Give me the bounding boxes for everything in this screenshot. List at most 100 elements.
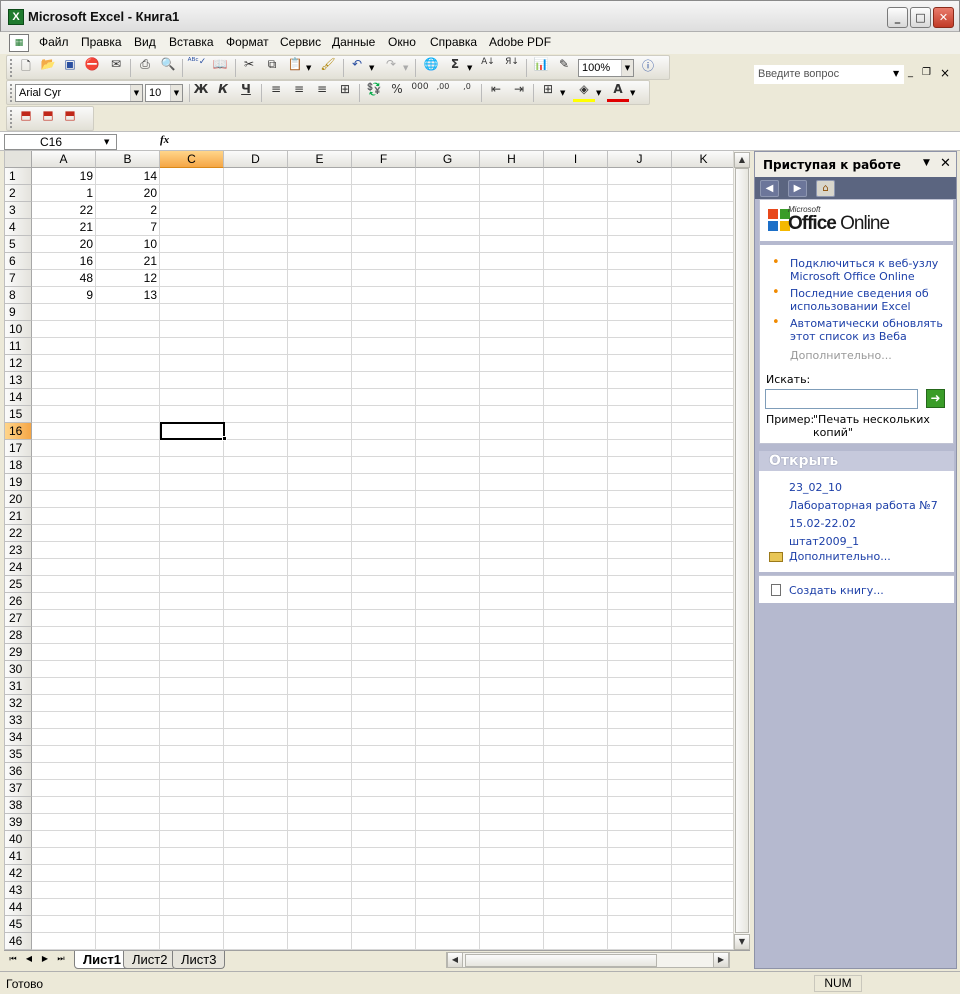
cell-b2[interactable]: 20 bbox=[96, 185, 160, 202]
go-arrow-icon[interactable]: ➜ bbox=[926, 389, 945, 408]
forward-icon[interactable]: ▶ bbox=[788, 180, 807, 197]
cell-a8[interactable]: 9 bbox=[32, 287, 96, 304]
chevron-down-icon[interactable]: ▼ bbox=[630, 89, 635, 97]
row-header-36[interactable]: 36 bbox=[5, 763, 32, 780]
horizontal-scroll-thumb[interactable] bbox=[465, 954, 657, 967]
row-header-38[interactable]: 38 bbox=[5, 797, 32, 814]
cell-a7[interactable]: 48 bbox=[32, 270, 96, 287]
scroll-left-icon[interactable]: ◀ bbox=[447, 952, 463, 968]
cell-a1[interactable]: 19 bbox=[32, 168, 96, 185]
research-icon[interactable]: 📖 bbox=[209, 57, 231, 79]
row-header-19[interactable]: 19 bbox=[5, 474, 32, 491]
row-header-46[interactable]: 46 bbox=[5, 933, 32, 950]
cell-b3[interactable]: 2 bbox=[96, 202, 160, 219]
row-header-10[interactable]: 10 bbox=[5, 321, 32, 338]
align-right-icon[interactable]: ≡ bbox=[311, 82, 333, 104]
row-header-37[interactable]: 37 bbox=[5, 780, 32, 797]
save-icon[interactable]: ▣ bbox=[59, 57, 81, 79]
scroll-down-icon[interactable]: ▼ bbox=[734, 934, 750, 950]
minimize-button[interactable]: _ bbox=[887, 7, 908, 28]
column-header-g[interactable]: G bbox=[416, 151, 480, 168]
chevron-down-icon[interactable]: ▼ bbox=[403, 64, 408, 72]
autosum-icon[interactable]: Σ bbox=[444, 57, 466, 79]
vertical-scroll-thumb[interactable] bbox=[735, 168, 749, 933]
chevron-down-icon[interactable]: ▼ bbox=[596, 89, 601, 97]
chevron-down-icon[interactable]: ▼ bbox=[170, 85, 182, 101]
row-header-28[interactable]: 28 bbox=[5, 627, 32, 644]
row-header-31[interactable]: 31 bbox=[5, 678, 32, 695]
row-header-44[interactable]: 44 bbox=[5, 899, 32, 916]
percent-button[interactable]: % bbox=[386, 82, 408, 104]
row-header-35[interactable]: 35 bbox=[5, 746, 32, 763]
pdf-review-icon[interactable]: ⬒ bbox=[59, 108, 81, 130]
undo-icon[interactable]: ↶ bbox=[346, 57, 368, 79]
close-icon[interactable]: ✕ bbox=[940, 156, 951, 171]
menu-format[interactable]: Формат bbox=[226, 35, 269, 49]
row-header-23[interactable]: 23 bbox=[5, 542, 32, 559]
row-header-12[interactable]: 12 bbox=[5, 355, 32, 372]
copy-icon[interactable]: ⧉ bbox=[261, 57, 283, 79]
permission-icon[interactable]: ⛔ bbox=[81, 57, 103, 79]
row-header-17[interactable]: 17 bbox=[5, 440, 32, 457]
first-sheet-icon[interactable]: ⏮ bbox=[6, 954, 20, 964]
recent-file-2[interactable]: Лабораторная работа №7 bbox=[789, 499, 938, 512]
chevron-down-icon[interactable]: ▼ bbox=[306, 64, 311, 72]
chart-wizard-icon[interactable]: 📊 bbox=[530, 57, 552, 79]
row-header-26[interactable]: 26 bbox=[5, 593, 32, 610]
cell-a6[interactable]: 16 bbox=[32, 253, 96, 270]
column-header-k[interactable]: K bbox=[672, 151, 733, 168]
menu-edit[interactable]: Правка bbox=[81, 35, 122, 49]
cell-a4[interactable]: 21 bbox=[32, 219, 96, 236]
column-header-d[interactable]: D bbox=[224, 151, 288, 168]
row-header-34[interactable]: 34 bbox=[5, 729, 32, 746]
toolbar-grip[interactable] bbox=[10, 84, 13, 102]
row-header-21[interactable]: 21 bbox=[5, 508, 32, 525]
align-left-icon[interactable]: ≡ bbox=[265, 82, 287, 104]
sheet-tab-3[interactable]: Лист3 bbox=[172, 951, 226, 969]
font-name-combo[interactable]: Arial Cyr bbox=[15, 84, 143, 102]
scroll-up-icon[interactable]: ▲ bbox=[734, 152, 750, 168]
row-header-6[interactable]: 6 bbox=[5, 253, 32, 270]
toolbar-grip[interactable] bbox=[10, 59, 13, 77]
chevron-down-icon[interactable]: ▼ bbox=[369, 64, 374, 72]
column-header-j[interactable]: J bbox=[608, 151, 672, 168]
increase-indent-icon[interactable]: ⇥ bbox=[508, 82, 530, 104]
sort-ascending-icon[interactable]: A↓ bbox=[477, 57, 499, 79]
recent-file-1[interactable]: 23_02_10 bbox=[789, 481, 842, 494]
row-header-22[interactable]: 22 bbox=[5, 525, 32, 542]
recent-file-3[interactable]: 15.02-22.02 bbox=[789, 517, 856, 530]
redo-icon[interactable]: ↷ bbox=[380, 57, 402, 79]
chevron-down-icon[interactable]: ▼ bbox=[893, 69, 899, 78]
increase-decimal-button[interactable]: ,00 bbox=[432, 82, 454, 104]
row-header-40[interactable]: 40 bbox=[5, 831, 32, 848]
toolbar-grip[interactable] bbox=[10, 110, 13, 128]
drawing-icon[interactable]: ✎ bbox=[553, 57, 575, 79]
format-painter-icon[interactable]: 🖌 bbox=[317, 57, 339, 79]
search-input[interactable] bbox=[765, 389, 918, 409]
currency-icon[interactable]: 💱 bbox=[363, 82, 385, 104]
row-header-1[interactable]: 1 bbox=[5, 168, 32, 185]
help-question-input[interactable]: Введите вопрос bbox=[754, 65, 904, 84]
cell-b4[interactable]: 7 bbox=[96, 219, 160, 236]
open-icon[interactable]: 📂 bbox=[37, 57, 59, 79]
create-workbook-link[interactable]: Создать книгу... bbox=[789, 584, 884, 597]
menu-help[interactable]: Справка bbox=[430, 35, 477, 49]
email-icon[interactable]: ✉ bbox=[105, 57, 127, 79]
row-header-15[interactable]: 15 bbox=[5, 406, 32, 423]
sheet-tab-2[interactable]: Лист2 bbox=[123, 951, 177, 969]
active-cell-c16[interactable] bbox=[160, 422, 225, 440]
chevron-down-icon[interactable]: ▼ bbox=[621, 60, 633, 76]
link-latest-excel-news[interactable]: Последние сведения об использовании Exce… bbox=[790, 287, 950, 313]
row-header-20[interactable]: 20 bbox=[5, 491, 32, 508]
italic-button[interactable]: К bbox=[212, 82, 234, 104]
row-header-2[interactable]: 2 bbox=[5, 185, 32, 202]
row-header-41[interactable]: 41 bbox=[5, 848, 32, 865]
menu-file[interactable]: Файл bbox=[39, 35, 69, 49]
new-icon[interactable]: 🗋 bbox=[15, 57, 37, 79]
name-box[interactable]: C16 bbox=[4, 134, 117, 150]
borders-icon[interactable]: ⊞ bbox=[537, 82, 559, 104]
cell-b1[interactable]: 14 bbox=[96, 168, 160, 185]
restore-doc-icon[interactable]: ❐ bbox=[922, 67, 931, 78]
row-header-25[interactable]: 25 bbox=[5, 576, 32, 593]
menu-tools[interactable]: Сервис bbox=[280, 35, 321, 49]
